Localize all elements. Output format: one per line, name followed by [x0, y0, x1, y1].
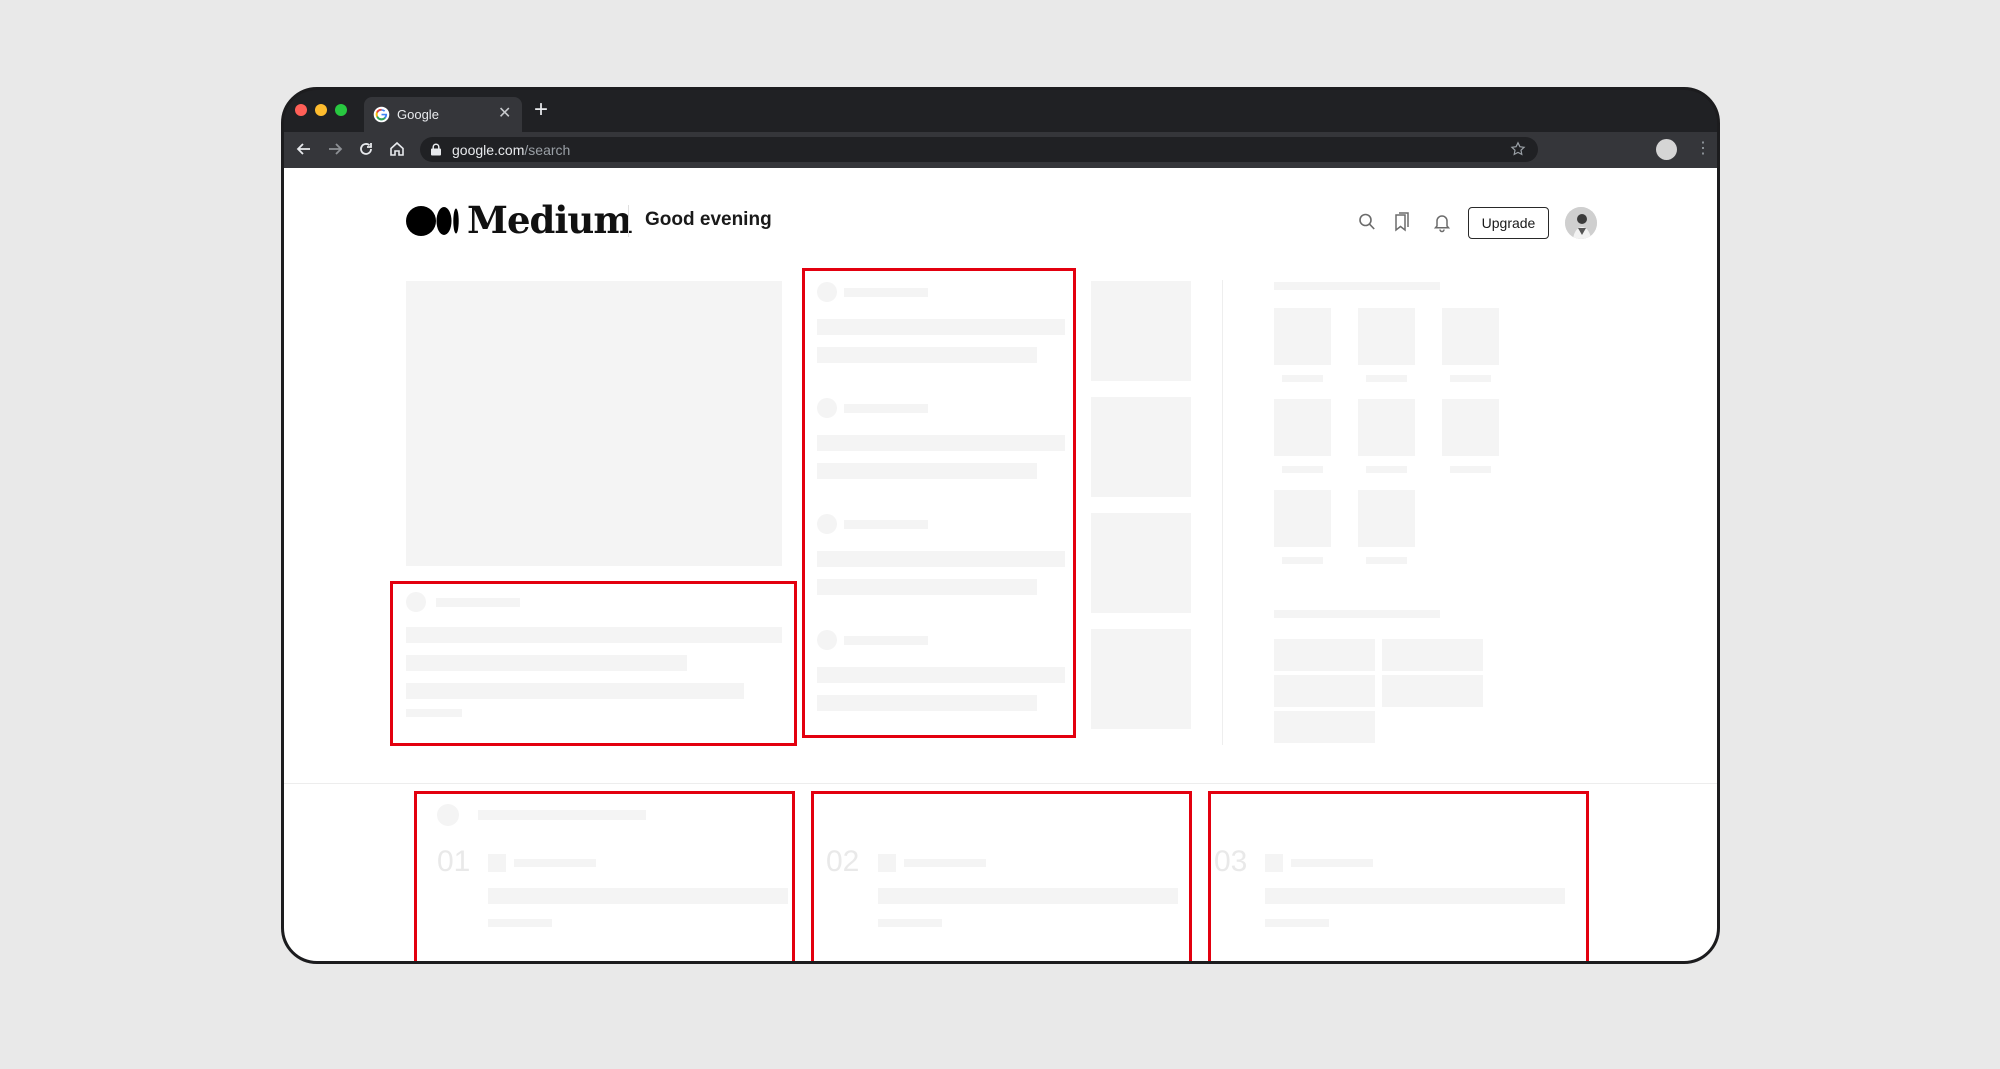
lock-icon — [431, 143, 441, 156]
close-tab-icon[interactable]: ✕ — [498, 104, 511, 124]
bookmark-star-icon[interactable] — [1510, 141, 1526, 157]
user-avatar[interactable] — [1565, 207, 1597, 239]
highlight-article-list — [802, 268, 1076, 738]
highlight-trending-3 — [1208, 791, 1589, 961]
page-content: Medium Good evening Upgrade 01 02 03 — [284, 168, 1717, 961]
browser-tab[interactable]: Google ✕ — [364, 97, 522, 132]
topic-tile-placeholder — [1274, 308, 1331, 365]
profile-avatar-icon[interactable] — [1656, 139, 1677, 160]
topic-tile-placeholder — [1358, 490, 1415, 547]
greeting-text: Good evening — [645, 209, 772, 230]
topic-tile-placeholder — [1442, 308, 1499, 365]
topic-tile-placeholder — [1358, 399, 1415, 456]
url-path: /search — [524, 142, 571, 158]
medium-wordmark[interactable]: Medium — [467, 198, 632, 242]
thumbnail-placeholder — [1091, 629, 1191, 729]
new-tab-button[interactable]: + — [534, 97, 548, 123]
tag-pill-placeholder — [1382, 639, 1483, 671]
bookmarks-icon[interactable] — [1392, 211, 1412, 233]
tag-pill-placeholder — [1274, 711, 1375, 743]
tab-strip: Google ✕ + — [284, 90, 1717, 132]
topic-tile-placeholder — [1274, 399, 1331, 456]
close-window-button[interactable] — [295, 104, 307, 116]
search-icon[interactable] — [1357, 211, 1377, 233]
topic-label-placeholder — [1450, 375, 1491, 382]
upgrade-button[interactable]: Upgrade — [1468, 207, 1549, 239]
highlight-trending-2 — [811, 791, 1192, 961]
topic-tile-placeholder — [1274, 490, 1331, 547]
browser-menu-icon[interactable]: ⋮ — [1695, 140, 1711, 158]
topic-tile-placeholder — [1358, 308, 1415, 365]
thumbnail-placeholder — [1091, 513, 1191, 613]
address-bar[interactable]: google.com/search — [420, 137, 1538, 162]
reload-icon[interactable] — [356, 139, 376, 159]
column-divider — [1222, 280, 1223, 745]
featured-image-placeholder — [406, 281, 782, 566]
topic-label-placeholder — [1282, 375, 1323, 382]
highlight-featured-text — [390, 581, 797, 746]
home-icon[interactable] — [387, 139, 407, 159]
tag-pill-placeholder — [1274, 639, 1375, 671]
back-arrow-icon[interactable] — [294, 139, 314, 159]
topic-label-placeholder — [1282, 557, 1323, 564]
topic-tile-placeholder — [1442, 399, 1499, 456]
google-favicon-icon — [373, 106, 390, 123]
topic-label-placeholder — [1366, 466, 1407, 473]
url-host: google.com — [452, 142, 525, 158]
url-text: google.com/search — [452, 142, 570, 158]
user-photo-icon — [1565, 207, 1597, 239]
notifications-icon[interactable] — [1432, 211, 1452, 233]
maximize-window-button[interactable] — [335, 104, 347, 116]
tag-pill-placeholder — [1274, 675, 1375, 707]
topic-label-placeholder — [1366, 375, 1407, 382]
tab-title: Google — [397, 107, 439, 122]
browser-window: Google ✕ + google.com/search ⋮ Medium Go… — [281, 87, 1720, 964]
browser-toolbar: google.com/search ⋮ — [284, 132, 1717, 168]
topic-label-placeholder — [1282, 466, 1323, 473]
sidebar-heading-placeholder — [1274, 610, 1440, 618]
topic-label-placeholder — [1450, 466, 1491, 473]
topic-label-placeholder — [1366, 557, 1407, 564]
thumbnail-placeholder — [1091, 397, 1191, 497]
minimize-window-button[interactable] — [315, 104, 327, 116]
forward-arrow-icon[interactable] — [325, 139, 345, 159]
highlight-trending-1 — [414, 791, 795, 961]
sidebar-heading-placeholder — [1274, 282, 1440, 290]
tag-pill-placeholder — [1382, 675, 1483, 707]
header-divider — [628, 205, 629, 237]
thumbnail-placeholder — [1091, 281, 1191, 381]
medium-logo-icon[interactable] — [406, 205, 459, 237]
section-divider — [284, 783, 1717, 784]
